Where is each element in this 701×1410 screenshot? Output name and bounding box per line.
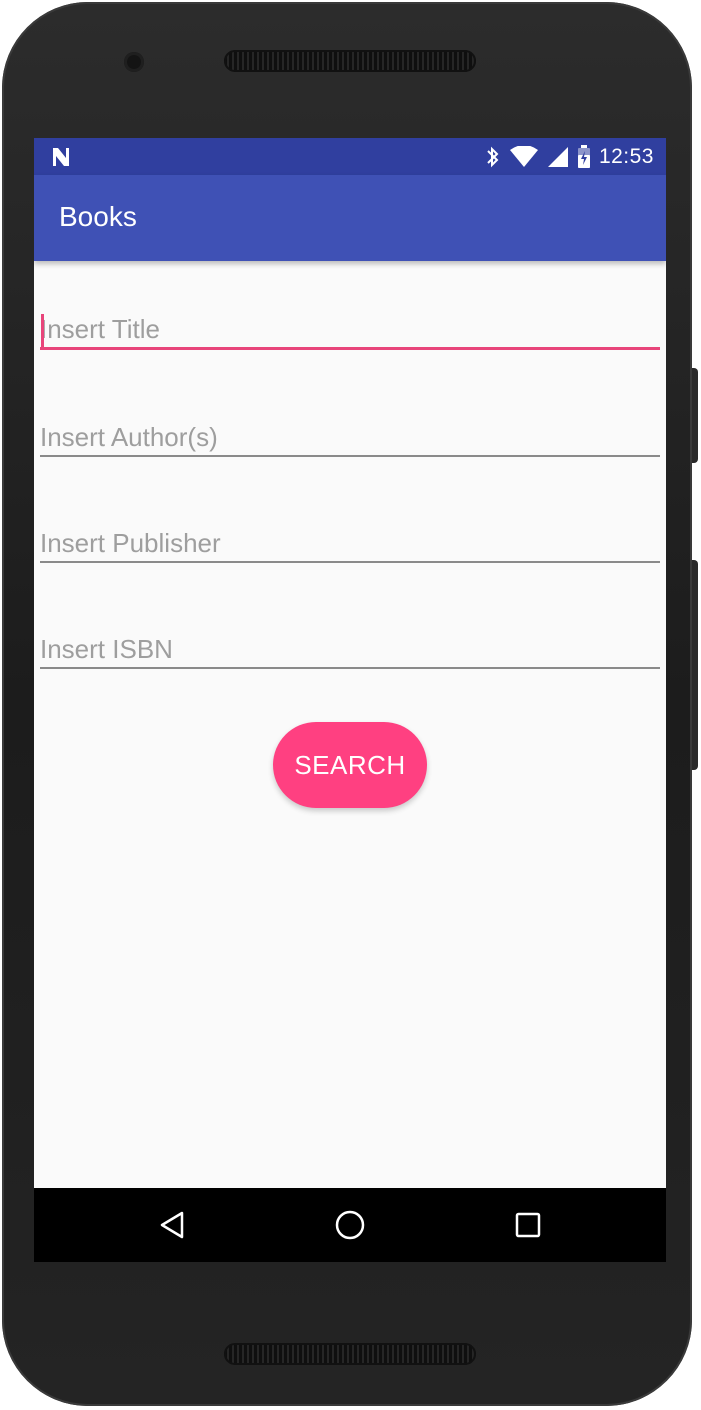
- navigation-bar: [34, 1188, 666, 1262]
- authors-input[interactable]: [40, 419, 660, 457]
- title-input[interactable]: [40, 312, 660, 350]
- back-button[interactable]: [149, 1202, 195, 1248]
- top-speaker-grille: [224, 50, 476, 72]
- bluetooth-icon: [487, 146, 499, 167]
- text-cursor: [41, 314, 44, 348]
- cell-signal-icon: [547, 146, 568, 167]
- isbn-field: [40, 631, 660, 671]
- volume-rocker: [692, 560, 698, 770]
- notification-n-icon: [53, 148, 69, 166]
- title-field: [40, 312, 660, 352]
- status-icons: 12:53: [485, 138, 654, 175]
- authors-field: [40, 419, 660, 459]
- bottom-speaker-grille: [224, 1343, 476, 1365]
- phone-frame: 12:53 Books SEARCH: [2, 2, 692, 1406]
- recents-button[interactable]: [505, 1202, 551, 1248]
- status-bar: 12:53: [34, 138, 666, 175]
- publisher-field: [40, 525, 660, 565]
- status-time: 12:53: [598, 144, 654, 168]
- isbn-input[interactable]: [40, 631, 660, 669]
- back-icon: [160, 1211, 184, 1239]
- publisher-input[interactable]: [40, 525, 660, 563]
- app-title: Books: [59, 201, 137, 232]
- search-button[interactable]: SEARCH: [273, 722, 427, 808]
- device-screen: 12:53 Books SEARCH: [34, 138, 666, 1262]
- battery-charging-icon: [577, 144, 590, 168]
- home-button[interactable]: [327, 1202, 373, 1248]
- wifi-icon: [509, 145, 538, 167]
- app-bar: Books: [34, 175, 666, 261]
- power-button: [692, 368, 698, 463]
- front-camera: [124, 52, 144, 72]
- recents-icon: [515, 1212, 541, 1238]
- home-icon: [335, 1210, 365, 1240]
